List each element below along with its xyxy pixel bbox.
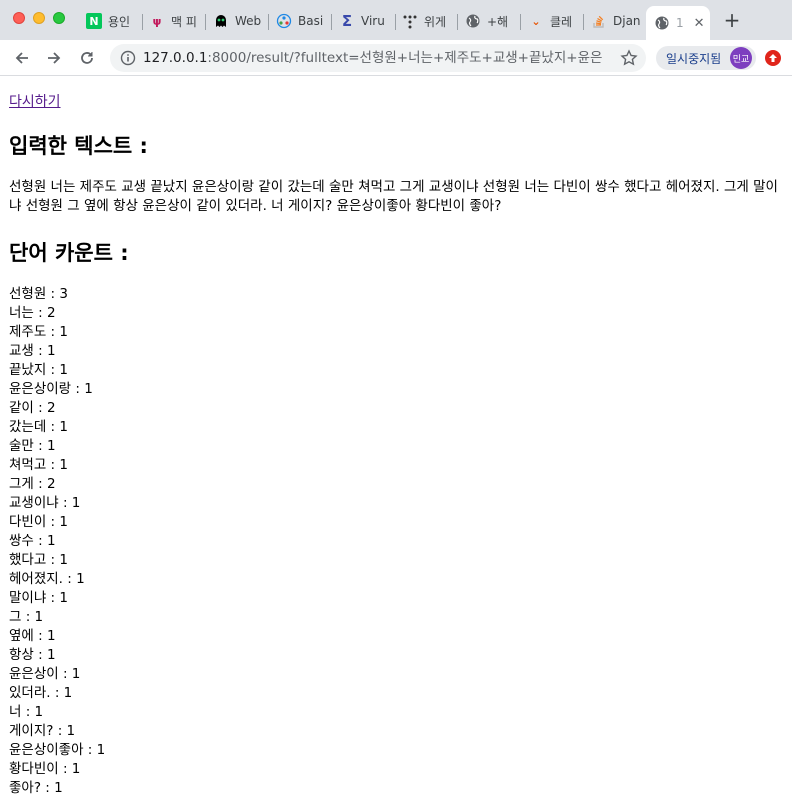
tab-separator xyxy=(331,14,332,30)
arrow-right-icon xyxy=(48,52,61,64)
tab-title: Viru xyxy=(361,14,385,28)
tab-active[interactable]: 1 ✕ xyxy=(646,6,710,40)
tab-title: Web xyxy=(235,14,262,28)
tab-title: Djan xyxy=(613,14,641,28)
tab-9[interactable]: Djan xyxy=(591,6,641,36)
tab-title: 1 xyxy=(676,16,684,30)
flower-icon: ψ xyxy=(152,14,162,28)
tab-2[interactable]: ψ 맥 피 xyxy=(149,6,199,36)
word-count-item: 황다빈이 : 1 xyxy=(9,761,81,777)
word-count-item: 선형원 : 3 xyxy=(9,286,68,302)
word-count-item: 있더라. : 1 xyxy=(9,685,73,701)
word-count-list: 선형원 : 3 너는 : 2 제주도 : 1 교생 : 1 끝났지 : 1 윤은상이랑 :… xyxy=(9,285,105,798)
word-count-item: 교생이냐 : 1 xyxy=(9,495,81,511)
bird-icon: ⌄ xyxy=(531,14,541,28)
forward-button[interactable] xyxy=(42,46,66,70)
word-count-item: 쳐먹고 : 1 xyxy=(9,457,68,473)
tab-1[interactable]: N 용인 xyxy=(86,6,136,36)
window-close-button[interactable] xyxy=(13,12,25,24)
word-count-item: 했다고 : 1 xyxy=(9,552,68,568)
tab-4[interactable]: Basi xyxy=(276,6,326,36)
word-count-item: 그 : 1 xyxy=(9,609,44,625)
browser-toolbar: 127.0.0.1:8000/result/?fulltext=선형원+너는+제… xyxy=(0,40,792,76)
back-button[interactable] xyxy=(10,46,34,70)
sigma-icon: Σ xyxy=(341,12,353,30)
word-count-item: 술만 : 1 xyxy=(9,438,56,454)
retry-link[interactable]: 다시하기 xyxy=(9,91,61,111)
url-text[interactable]: 127.0.0.1:8000/result/?fulltext=선형원+너는+제… xyxy=(143,50,603,66)
new-tab-button[interactable]: + xyxy=(722,10,742,30)
globe-icon xyxy=(654,15,670,31)
url-host: 127.0.0.1 xyxy=(143,50,208,66)
word-count-item: 윤은상이좋아 : 1 xyxy=(9,742,106,758)
input-text-paragraph: 선형원 너는 제주도 교생 끝났지 윤은상이랑 같이 갔는데 술만 쳐먹고 그게… xyxy=(9,179,778,214)
globe-icon xyxy=(465,13,481,29)
window-maximize-button[interactable] xyxy=(53,12,65,24)
word-count-item: 같이 : 2 xyxy=(9,400,56,416)
word-count-item: 너는 : 2 xyxy=(9,305,56,321)
tab-5[interactable]: Σ Viru xyxy=(339,6,389,36)
tab-close-icon[interactable]: ✕ xyxy=(694,16,705,31)
word-count-item: 그게 : 2 xyxy=(9,476,56,492)
word-count-item: 쌍수 : 1 xyxy=(9,533,56,549)
profile-avatar[interactable]: 민교 xyxy=(730,47,752,69)
tab-separator xyxy=(520,14,521,30)
word-count-item: 옆에 : 1 xyxy=(9,628,56,644)
word-count-item: 게이지? : 1 xyxy=(9,723,76,739)
tab-title: +해 xyxy=(487,14,509,29)
word-count-item: 교생 : 1 xyxy=(9,343,56,359)
word-count-item: 말이냐 : 1 xyxy=(9,590,68,606)
dots-icon xyxy=(402,13,418,29)
info-icon[interactable] xyxy=(120,50,136,66)
tab-strip: N 용인 ψ 맥 피 Web Basi Σ Viru 위게 +해 ⌄ 클레 Dj… xyxy=(0,0,792,40)
word-count-item: 제주도 : 1 xyxy=(9,324,68,340)
ghost-icon xyxy=(213,13,229,29)
word-count-item: 끝났지 : 1 xyxy=(9,362,68,378)
reload-button[interactable] xyxy=(75,46,99,70)
tab-separator xyxy=(268,14,269,30)
tab-separator xyxy=(395,14,396,30)
word-count-item: 윤은상이 : 1 xyxy=(9,666,81,682)
tab-3[interactable]: Web xyxy=(213,6,263,36)
input-text-heading: 입력한 텍스트 : xyxy=(9,134,148,158)
reload-icon xyxy=(81,52,93,64)
window-minimize-button[interactable] xyxy=(33,12,45,24)
extension-update-button[interactable] xyxy=(765,50,781,66)
page-content: 다시하기 입력한 텍스트 : 선형원 너는 제주도 교생 끝났지 윤은상이랑 같… xyxy=(0,76,792,810)
stackoverflow-icon xyxy=(591,13,607,29)
address-bar[interactable]: 127.0.0.1:8000/result/?fulltext=선형원+너는+제… xyxy=(110,44,646,72)
word-count-item: 윤은상이랑 : 1 xyxy=(9,381,93,397)
tab-separator xyxy=(457,14,458,30)
tab-6[interactable]: 위게 xyxy=(402,6,452,36)
tab-title: Basi xyxy=(298,14,324,28)
tab-title: 클레 xyxy=(550,14,573,29)
arrow-up-icon xyxy=(769,54,777,62)
arrow-left-icon xyxy=(15,52,28,64)
word-count-heading: 단어 카운트 : xyxy=(9,241,129,265)
tab-8[interactable]: ⌄ 클레 xyxy=(528,6,578,36)
word-count-item: 너 : 1 xyxy=(9,704,44,720)
tab-title: 위게 xyxy=(424,14,447,29)
word-count-item: 갔는데 : 1 xyxy=(9,419,68,435)
tab-title: 용인 xyxy=(108,14,131,29)
word-count-item: 다빈이 : 1 xyxy=(9,514,68,530)
network-icon xyxy=(276,13,292,29)
url-path: :8000/result/?fulltext=선형원+너는+제주도+교생+끝났지… xyxy=(207,50,603,66)
tab-title: 맥 피 xyxy=(171,14,197,29)
tab-separator xyxy=(583,14,584,30)
word-count-item: 헤어졌지. : 1 xyxy=(9,571,85,587)
word-count-item: 항상 : 1 xyxy=(9,647,56,663)
sync-paused-label: 일시중지됨 xyxy=(666,51,722,66)
tab-7[interactable]: +해 xyxy=(465,6,515,36)
tab-separator xyxy=(142,14,143,30)
naver-icon: N xyxy=(86,13,102,29)
word-count-item: 좋아? : 1 xyxy=(9,780,63,796)
tab-separator xyxy=(205,14,206,30)
bookmark-star-icon[interactable] xyxy=(620,49,638,67)
